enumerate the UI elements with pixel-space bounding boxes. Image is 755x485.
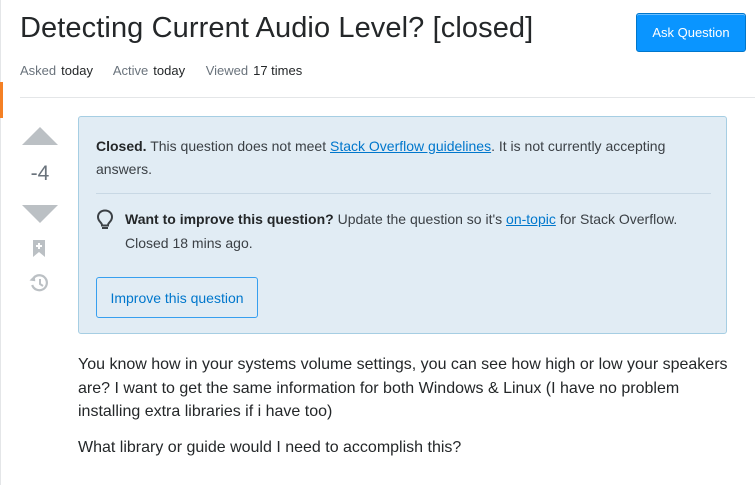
guidelines-link[interactable]: Stack Overflow guidelines — [330, 138, 491, 154]
rail-accent — [0, 82, 3, 118]
notice-divider — [96, 193, 711, 194]
closed-text-1: This question does not meet — [150, 138, 327, 154]
closed-ago: Closed 18 mins ago. — [125, 235, 253, 251]
improve-question-button[interactable]: Improve this question — [96, 277, 258, 318]
asked-label: Asked — [20, 63, 57, 78]
ask-question-button[interactable]: Ask Question — [636, 13, 746, 52]
improve-text: Want to improve this question? Update th… — [125, 207, 715, 255]
header-divider — [20, 97, 755, 98]
viewed-value: 17 times — [253, 63, 303, 78]
closed-notice: Closed. This question does not meet Stac… — [78, 116, 727, 334]
viewed-label: Viewed — [205, 63, 249, 78]
history-icon[interactable] — [28, 272, 50, 299]
closed-label: Closed. — [96, 138, 147, 154]
left-rail — [0, 0, 1, 485]
bookmark-icon[interactable] — [32, 239, 46, 263]
downvote-icon[interactable] — [22, 205, 58, 223]
lightbulb-icon — [96, 209, 114, 234]
body-paragraph: What library or guide would I need to ac… — [78, 438, 462, 456]
question-meta: Asked today Active today Viewed 17 times — [20, 63, 319, 78]
improve-text-2: for Stack Overflow. — [559, 211, 678, 227]
closed-notice-text: Closed. This question does not meet Stac… — [96, 135, 696, 181]
active-value[interactable]: today — [153, 63, 185, 78]
improve-label: Want to improve this question? — [125, 211, 334, 227]
asked-value: today — [61, 63, 93, 78]
body-paragraph: You know how in your systems volume sett… — [78, 356, 728, 420]
active-label: Active — [112, 63, 149, 78]
improve-text-1: Update the question so it's — [337, 211, 503, 227]
post-body: You know how in your systems volume sett… — [78, 353, 738, 471]
on-topic-link[interactable]: on-topic — [506, 211, 556, 227]
question-title[interactable]: Detecting Current Audio Level? [closed] — [20, 12, 533, 45]
vote-count: -4 — [30, 162, 50, 185]
upvote-icon[interactable] — [22, 127, 58, 145]
